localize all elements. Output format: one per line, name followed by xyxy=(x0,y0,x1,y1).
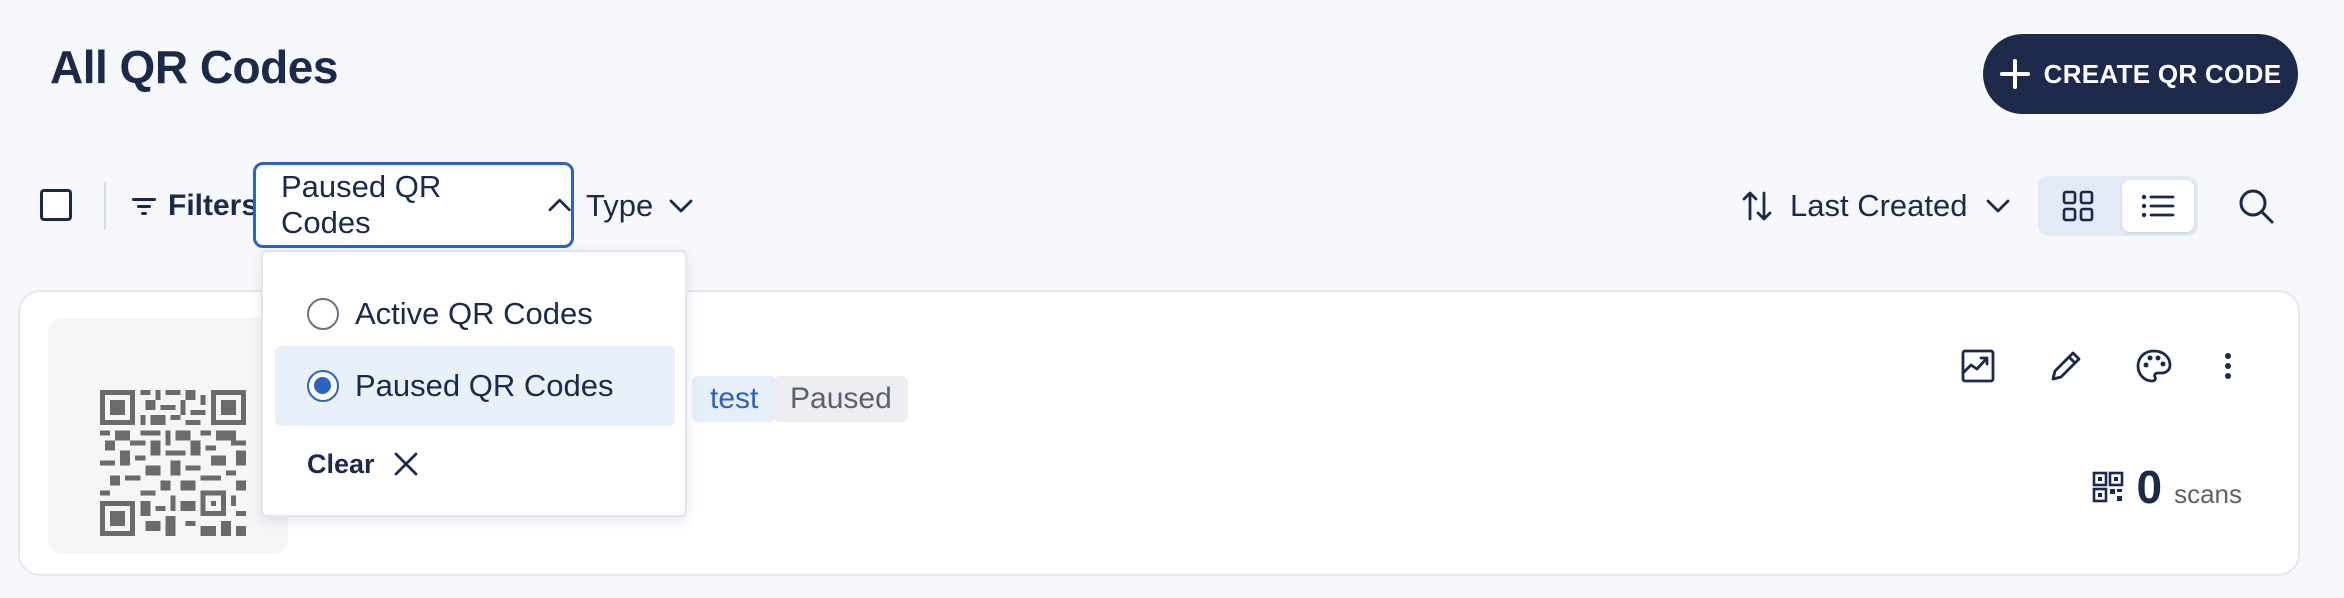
create-qr-code-label: CREATE QR CODE xyxy=(2043,58,2282,89)
sort-icon xyxy=(1742,191,1772,221)
chevron-up-icon xyxy=(548,198,571,212)
qr-icon xyxy=(2093,471,2124,503)
pencil-icon xyxy=(2051,351,2081,381)
status-filter-select[interactable]: Paused QR Codes xyxy=(253,162,574,248)
scans-count: 0 xyxy=(2136,461,2163,513)
view-toggle xyxy=(2038,176,2198,236)
type-filter-select[interactable]: Type xyxy=(586,182,693,230)
stats-icon xyxy=(1961,349,1995,383)
status-filter-value: Paused QR Codes xyxy=(281,169,442,240)
option-label: Paused QR Codes xyxy=(355,368,614,403)
type-filter-label: Type xyxy=(586,188,654,223)
qr-code-image xyxy=(100,390,246,536)
toolbar-divider xyxy=(104,182,106,230)
chevron-down-icon xyxy=(1986,199,2009,213)
clear-label: Clear xyxy=(307,448,375,479)
scan-count: 0 scans xyxy=(2092,460,2242,514)
filters-label: Filters xyxy=(168,189,259,222)
page-title: All QR Codes xyxy=(50,41,338,93)
scans-label: scans xyxy=(2174,479,2242,509)
more-vertical-icon xyxy=(2225,353,2231,379)
chevron-down-icon xyxy=(669,199,693,213)
filters-toggle[interactable]: Filters xyxy=(132,186,258,226)
sort-select[interactable]: Last Created xyxy=(1742,182,2010,230)
statistics-button[interactable] xyxy=(1934,338,2022,394)
option-active-qr-codes[interactable]: Active QR Codes xyxy=(275,274,675,354)
option-label: Active QR Codes xyxy=(355,296,593,331)
select-all-checkbox[interactable] xyxy=(40,189,72,221)
list-view-button[interactable] xyxy=(2122,180,2194,232)
sort-label: Last Created xyxy=(1790,188,1968,223)
search-icon xyxy=(2239,189,2274,224)
clear-filter-button[interactable]: Clear xyxy=(307,444,419,484)
grid-view-button[interactable] xyxy=(2042,180,2114,232)
grid-view-icon xyxy=(2062,190,2094,222)
radio-unchecked-icon xyxy=(307,298,339,330)
create-qr-code-button[interactable]: CREATE QR CODE xyxy=(1983,34,2298,114)
palette-icon xyxy=(2136,349,2172,383)
search-button[interactable] xyxy=(2236,186,2276,226)
edit-button[interactable] xyxy=(2022,338,2110,394)
folder-tag[interactable]: test xyxy=(692,376,777,422)
status-badge: Paused xyxy=(774,376,908,422)
more-options-button[interactable] xyxy=(2198,338,2258,394)
qr-preview[interactable] xyxy=(48,318,291,554)
list-view-icon xyxy=(2141,194,2175,218)
status-filter-dropdown: Active QR Codes Paused QR Codes Clear xyxy=(261,250,687,517)
card-actions xyxy=(1934,338,2258,394)
filter-icon xyxy=(132,196,156,216)
radio-checked-icon xyxy=(307,370,339,402)
plus-icon xyxy=(1999,59,2030,89)
design-button[interactable] xyxy=(2110,338,2198,394)
option-paused-qr-codes[interactable]: Paused QR Codes xyxy=(275,346,675,426)
close-icon xyxy=(394,452,417,476)
